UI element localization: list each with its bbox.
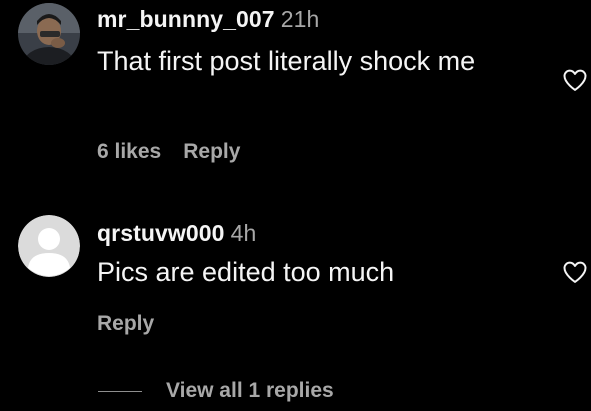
default-avatar-icon [18, 215, 80, 277]
avatar[interactable] [18, 215, 80, 277]
comment-item: qrstuvw000 4h Pics are edited too much Re… [0, 0, 591, 360]
reply-button[interactable]: Reply [97, 312, 154, 335]
view-replies-button[interactable]: View all 1 replies [98, 376, 334, 406]
comment-username[interactable]: qrstuvw000 4h [97, 220, 256, 247]
comment-timestamp: 4h [230, 220, 257, 246]
view-replies-label[interactable]: View all 1 replies [166, 379, 334, 403]
comment-actions: Reply [97, 312, 154, 336]
heart-outline-icon[interactable] [560, 258, 590, 286]
divider-line [98, 390, 142, 392]
username-text[interactable]: qrstuvw000 [97, 220, 225, 246]
comment-text: Pics are edited too much [97, 257, 395, 287]
